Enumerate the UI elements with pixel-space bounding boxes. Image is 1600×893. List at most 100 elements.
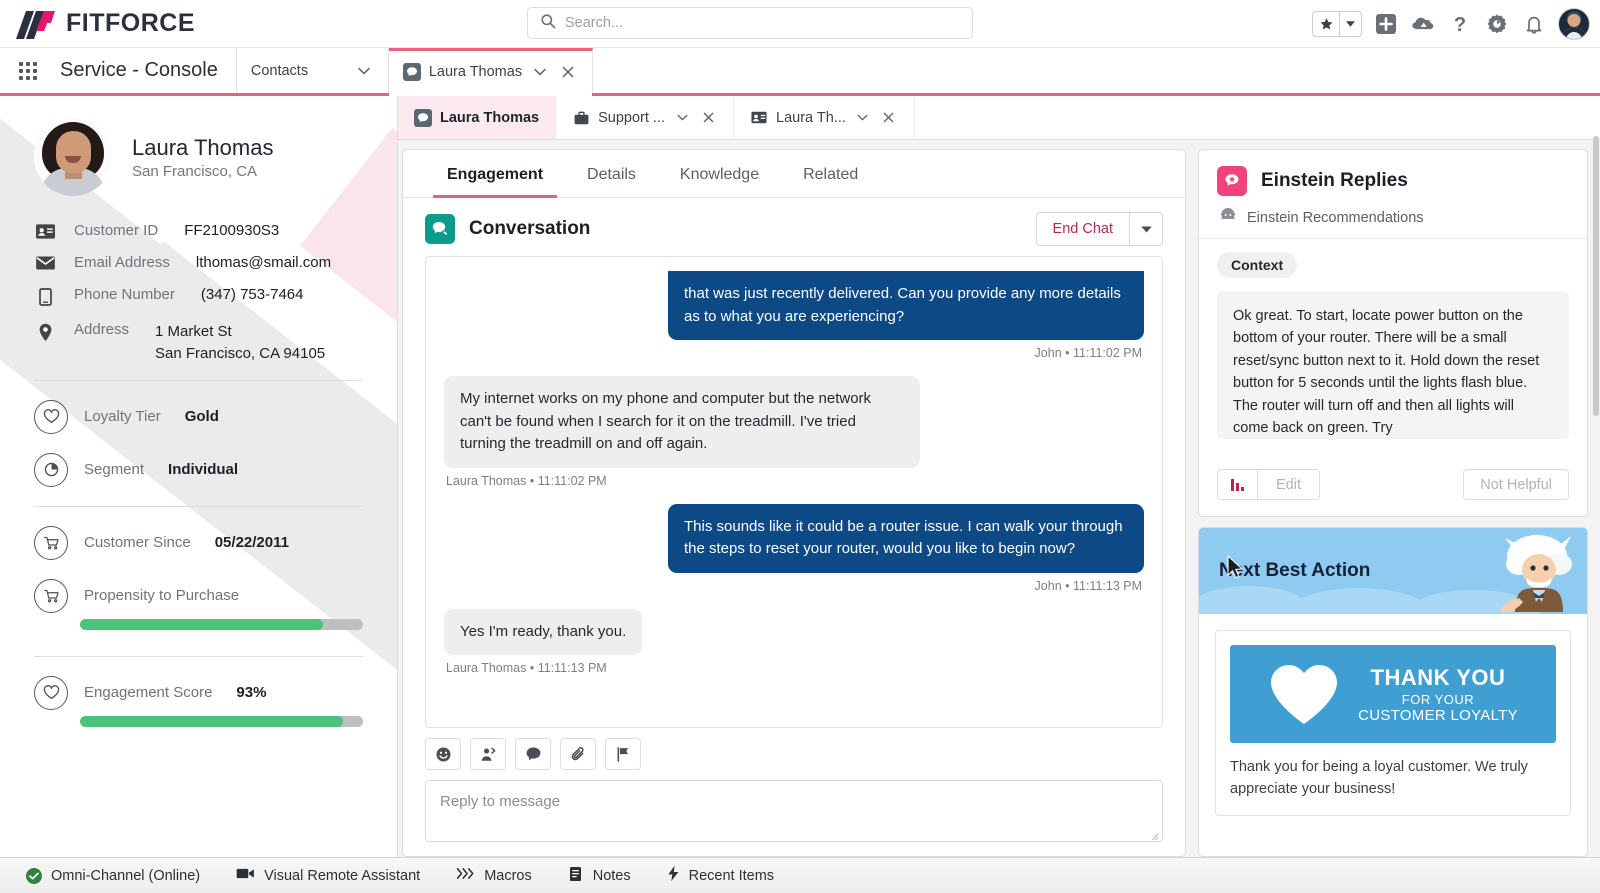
user-avatar[interactable] (1558, 8, 1590, 40)
brand-name: FITFORCE (66, 9, 195, 37)
resize-grip-icon[interactable] (1149, 828, 1159, 841)
subtab-label: Laura Th... (776, 109, 846, 126)
transfer-chat-icon[interactable] (470, 738, 506, 770)
message-customer: Yes I'm ready, thank you. Laura Thomas •… (444, 608, 1144, 688)
utility-omni-channel[interactable]: Omni-Channel (Online) (8, 858, 218, 893)
cloud-setup-icon[interactable] (1410, 11, 1436, 37)
field-value[interactable]: lthomas@smail.com (196, 254, 331, 271)
case-briefcase-icon (572, 109, 590, 127)
emoji-icon[interactable] (425, 738, 461, 770)
lightning-bolt-icon (667, 865, 680, 886)
utility-visual-remote-assistant[interactable]: Visual Remote Assistant (218, 858, 438, 893)
utility-notes[interactable]: Notes (550, 858, 649, 893)
chevron-down-icon[interactable] (854, 109, 872, 127)
message-meta: John • 11:11:13 PM (1034, 578, 1142, 593)
close-icon[interactable] (558, 62, 578, 82)
id-card-icon (34, 222, 56, 239)
field-label: Email Address (74, 254, 170, 271)
nba-recommendation-card[interactable]: THANK YOU FOR YOUR CUSTOMER LOYALTY Than… (1215, 630, 1571, 816)
chevron-down-icon[interactable] (354, 61, 374, 81)
global-search[interactable]: Search... (527, 7, 973, 39)
einstein-suggestion-text: Ok great. To start, locate power button … (1217, 291, 1569, 439)
attachment-paperclip-icon[interactable] (560, 738, 596, 770)
context-chip[interactable]: Context (1217, 252, 1298, 278)
metric-customer-since: Customer Since 05/22/2011 (34, 525, 363, 560)
message-meta: Laura Thomas • 11:11:13 PM (446, 661, 607, 675)
console-app-name[interactable]: Service - Console (56, 48, 237, 93)
einstein-replies-header: Einstein Replies Einstein Recommendation (1199, 150, 1587, 239)
thank-you-banner: THANK YOU FOR YOUR CUSTOMER LOYALTY (1230, 645, 1556, 743)
flag-icon[interactable] (605, 738, 641, 770)
field-value: 1 Market St San Francisco, CA 94105 (155, 323, 326, 362)
nav-tab-laura-thomas[interactable]: Laura Thomas (388, 48, 594, 96)
settings-gear-icon[interactable] (1484, 11, 1510, 37)
console-body: Laura Thomas San Francisco, CA Customer … (0, 96, 1600, 857)
utility-recent-items[interactable]: Recent Items (649, 858, 792, 893)
next-best-action-panel: Next Best Action THANK YOU FOR YOUR CUST… (1198, 527, 1588, 857)
close-icon[interactable] (699, 109, 717, 127)
nav-tab-contacts[interactable]: Contacts (236, 48, 389, 93)
chat-object-icon (402, 63, 421, 81)
favorites-group[interactable] (1312, 11, 1362, 37)
quick-text-icon[interactable] (515, 738, 551, 770)
help-icon[interactable]: ? (1447, 11, 1473, 37)
end-chat-button[interactable]: End Chat (1035, 212, 1129, 246)
macros-chevrons-icon (456, 867, 475, 884)
engagement-record-card: Engagement Details Knowledge Related Con… (402, 149, 1186, 857)
brand-logo[interactable]: FITFORCE (0, 9, 195, 39)
metric-value: 05/22/2011 (214, 534, 289, 551)
message-bubble: Yes I'm ready, thank you. (444, 608, 643, 655)
edit-group: Edit (1217, 469, 1320, 500)
app-nav-bar: Service - Console Contacts Laura Thomas (0, 48, 1600, 96)
favorites-star-icon[interactable] (1313, 12, 1339, 36)
tab-engagement[interactable]: Engagement (425, 150, 565, 198)
metric-label: Segment (84, 461, 145, 478)
tab-label: Related (803, 166, 859, 183)
subtab-laura-thomas-contact[interactable]: Laura Th... (734, 96, 915, 139)
notifications-bell-icon[interactable] (1521, 11, 1547, 37)
message-bubble: My internet works on my phone and comput… (444, 376, 920, 468)
nba-header: Next Best Action (1199, 528, 1587, 614)
tab-label: Knowledge (679, 166, 760, 183)
metric-propensity-to-purchase: Propensity to Purchase (34, 578, 363, 613)
contact-avatar (34, 118, 112, 196)
utility-label: Visual Remote Assistant (264, 867, 421, 884)
field-label: Phone Number (74, 286, 175, 303)
subtab-label: Support ... (598, 109, 666, 126)
bar-chart-icon[interactable] (1217, 469, 1257, 500)
chevron-down-icon[interactable] (530, 62, 550, 82)
cart-circle-icon (34, 525, 68, 560)
app-launcher-button[interactable] (0, 48, 56, 93)
chevron-down-icon[interactable] (673, 109, 691, 127)
not-helpful-button[interactable]: Not Helpful (1463, 469, 1569, 500)
einstein-sidebar: Einstein Replies Einstein Recommendation (1198, 136, 1599, 857)
subtab-bar: Laura Thomas Support ... Laura Th... (398, 96, 1600, 140)
tab-related[interactable]: Related (781, 150, 880, 197)
metric-value: 93% (236, 684, 267, 701)
close-icon[interactable] (880, 109, 898, 127)
subtab-support-case[interactable]: Support ... (556, 96, 735, 139)
tab-knowledge[interactable]: Knowledge (658, 150, 781, 197)
field-value[interactable]: (347) 753-7464 (201, 286, 304, 303)
heart-circle-icon (34, 675, 68, 710)
record-tab-list: Engagement Details Knowledge Related (403, 150, 1185, 198)
tab-details[interactable]: Details (565, 150, 658, 197)
reply-input[interactable]: Reply to message (425, 780, 1163, 842)
utility-macros[interactable]: Macros (438, 858, 550, 893)
contact-details: Laura Thomas San Francisco, CA Customer … (0, 96, 397, 727)
notes-icon (568, 866, 584, 886)
chat-object-icon (414, 108, 432, 127)
service-console-app: FITFORCE Search... ? Service - Console C… (0, 0, 1600, 893)
conversation-transcript[interactable]: that was just recently delivered. Can yo… (425, 256, 1163, 728)
right-panel-scrollbar[interactable] (1593, 96, 1599, 857)
field-label: Customer ID (74, 222, 159, 239)
subtab-laura-thomas[interactable]: Laura Thomas (398, 96, 557, 139)
add-icon[interactable] (1373, 11, 1399, 37)
metric-label: Propensity to Purchase (84, 587, 240, 604)
end-chat-dropdown-icon[interactable] (1129, 212, 1163, 246)
metric-engagement-score: Engagement Score 93% (34, 675, 363, 710)
edit-button[interactable]: Edit (1257, 469, 1320, 500)
favorites-dropdown-icon[interactable] (1339, 12, 1361, 36)
mobile-phone-icon (34, 286, 56, 306)
conversation-icon (425, 214, 455, 244)
